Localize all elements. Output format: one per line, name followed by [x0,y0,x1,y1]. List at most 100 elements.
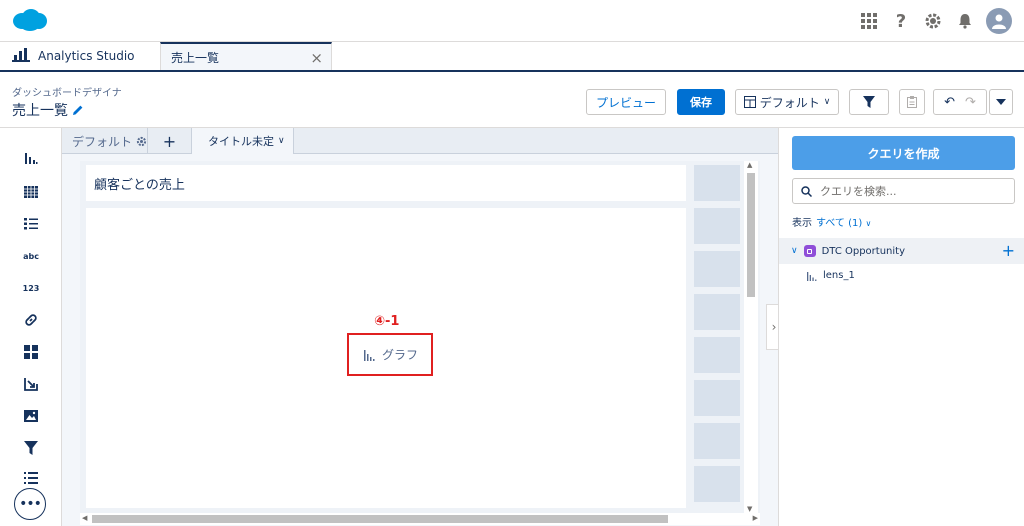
image-widget-icon[interactable] [20,406,42,426]
horizontal-scroll-thumb[interactable] [92,515,668,523]
caret-down-icon [996,99,1006,105]
search-icon [801,185,812,197]
edit-pencil-icon[interactable] [72,104,84,116]
show-filter-dropdown[interactable]: すべて (1) ∨ [816,214,871,229]
add-query-plus-icon[interactable]: + [1002,241,1015,260]
layout-page-tabs: デフォルト + タイトル未定 ∨ [62,128,778,154]
grid-cell [694,294,740,330]
filter-funnel-icon [863,96,875,108]
apps-grid-icon[interactable] [858,10,880,32]
grid-cell [694,466,740,502]
show-label: 表示 [792,218,812,229]
scroll-up-arrow-icon[interactable]: ▲ [747,161,752,169]
dataset-icon [803,245,816,257]
list-selector-widget-icon[interactable] [20,214,42,234]
title-text-widget[interactable]: 顧客ごとの売上 [86,165,686,201]
title-text-widget-label: 顧客ごとの売上 [94,177,185,193]
canvas-horizontal-scrollbar[interactable]: ◀ ▶ [80,513,760,525]
dataset-row[interactable]: ∨ DTC Opportunity + [779,238,1024,264]
chart-placeholder[interactable]: グラフ [364,346,418,363]
lens-chart-icon [807,271,817,281]
preview-button[interactable]: プレビュー [586,89,666,115]
analytics-studio-icon [12,48,30,62]
chevron-right-icon: › [771,320,777,334]
number-widget-label: 123 [22,283,40,293]
dashboard-designer-header: ダッシュボードデザイナ 売上一覧 プレビュー 保存 デフォルト ∨ ↶ ↷ [0,72,1024,128]
setup-gear-icon[interactable] [922,10,944,32]
grid-cell [694,423,740,459]
tab-dashboard-sales-list[interactable]: 売上一覧 × [160,42,332,70]
more-actions-button[interactable] [989,89,1013,115]
undo-redo-group: ↶ ↷ [933,89,987,115]
workspace-tab-bar: Analytics Studio 売上一覧 × [0,42,1024,72]
scroll-left-arrow-icon[interactable]: ◀ [82,514,87,522]
container-widget-icon[interactable] [20,342,42,362]
layout-default-tab[interactable]: デフォルト [62,128,148,154]
tab-app-label: Analytics Studio [38,49,135,63]
create-query-button[interactable]: クエリを作成 [792,136,1015,170]
vertical-scroll-thumb[interactable] [747,173,755,297]
more-widgets-button[interactable]: ••• [14,488,46,520]
show-filter-value: すべて (1) [816,218,863,229]
grid-cell [694,208,740,244]
lens-name: lens_1 [823,270,855,281]
header-icon-group: ? [858,8,1012,34]
grid-cell [694,380,740,416]
salesforce-cloud-logo[interactable] [12,8,48,32]
query-panel: クエリを作成 クエリを検索... 表示 すべて (1) ∨ ∨ DTC Oppo… [778,128,1024,526]
notifications-bell-icon[interactable] [954,10,976,32]
grid-cell [694,337,740,373]
save-button[interactable]: 保存 [677,89,725,115]
filter-widget-icon[interactable] [20,438,42,458]
scroll-right-arrow-icon[interactable]: ▶ [753,514,758,522]
designer-subtitle: ダッシュボードデザイナ [12,88,122,99]
add-page-button[interactable]: + [148,128,192,154]
grid-cell [694,251,740,287]
query-filter-row: 表示 すべて (1) ∨ [792,214,871,229]
chevron-down-icon: ∨ [823,97,831,107]
clipboard-button[interactable] [899,89,925,115]
dashboard-canvas-area: デフォルト + タイトル未定 ∨ 顧客ごとの売上 ▲ ▼ ◀ ▶ [62,128,778,526]
close-tab-icon[interactable]: × [310,49,323,67]
more-dots-icon: ••• [19,496,42,512]
save-button-label: 保存 [690,96,712,109]
dataset-name: DTC Opportunity [821,245,905,257]
help-icon[interactable]: ? [890,10,912,32]
lens-item[interactable]: lens_1 [807,270,855,281]
chart-widget-icon[interactable] [20,148,42,168]
annotation-label: ④-1 [374,314,400,329]
preview-button-label: プレビュー [595,95,656,110]
page-tab-label: タイトル未定 [208,135,274,148]
text-widget-icon[interactable]: abc [20,246,42,266]
layout-selector-label: デフォルト [759,95,820,110]
chevron-down-icon: ∨ [278,136,285,146]
grid-cell [694,165,740,201]
query-search-input[interactable]: クエリを検索... [792,178,1015,204]
global-header: ? [0,0,1024,42]
redo-icon[interactable]: ↷ [965,95,976,110]
text-widget-label: abc [23,251,39,261]
dashboard-title-text: 売上一覧 [12,103,68,119]
user-avatar-icon[interactable] [986,8,1012,34]
chevron-down-icon: ∨ [865,219,872,228]
page-tab-untitled[interactable]: タイトル未定 ∨ [192,128,294,154]
navigation-widget-icon[interactable] [20,374,42,394]
list-widget-icon[interactable] [20,468,42,488]
widget-palette-rail: abc 123 ••• [0,128,62,526]
table-widget-icon[interactable] [20,182,42,202]
dashboard-title: 売上一覧 [12,100,84,120]
filter-button[interactable] [849,89,889,115]
query-search-placeholder: クエリを検索... [820,185,897,198]
expand-chevron-icon[interactable]: ∨ [791,246,798,256]
layout-settings-gear-icon[interactable] [136,136,147,147]
undo-icon[interactable]: ↶ [944,95,955,110]
scroll-down-arrow-icon[interactable]: ▼ [747,505,752,513]
layout-selector[interactable]: デフォルト ∨ [735,89,839,115]
number-widget-icon[interactable]: 123 [20,278,42,298]
link-widget-icon[interactable] [20,310,42,330]
chart-placeholder-label: グラフ [382,348,419,362]
plus-icon: + [162,131,177,151]
tab-analytics-studio[interactable]: Analytics Studio [8,42,160,70]
canvas-vertical-scrollbar[interactable]: ▲ ▼ [744,161,758,513]
chart-bar-icon [364,349,375,361]
